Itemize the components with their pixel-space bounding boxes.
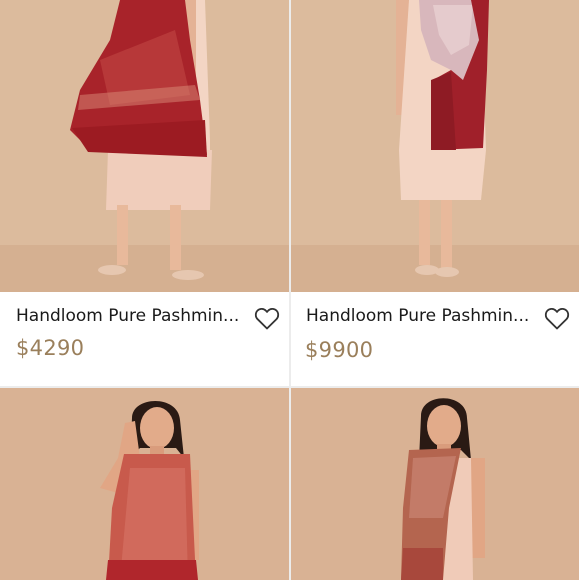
product-card-1[interactable]: Handloom Pure Pashmin... $4290 bbox=[0, 0, 289, 360]
product-image-4[interactable] bbox=[291, 388, 579, 580]
product-card-4[interactable] bbox=[291, 388, 579, 580]
product-image-2[interactable] bbox=[291, 0, 579, 292]
row-divider bbox=[0, 386, 579, 388]
product-card-2[interactable]: Handloom Pure Pashmin... $9900 bbox=[291, 0, 579, 362]
product-price: $9900 bbox=[305, 338, 374, 362]
product-price: $4290 bbox=[16, 336, 85, 360]
product-image-3[interactable] bbox=[0, 388, 289, 580]
wishlist-heart-icon[interactable] bbox=[254, 307, 280, 331]
product-card-3[interactable] bbox=[0, 388, 289, 580]
column-divider bbox=[289, 0, 291, 580]
product-title[interactable]: Handloom Pure Pashmin... bbox=[16, 306, 239, 326]
wishlist-heart-icon[interactable] bbox=[544, 307, 570, 331]
product-title[interactable]: Handloom Pure Pashmin... bbox=[306, 306, 529, 326]
product-grid: Handloom Pure Pashmin... $4290 Handloom … bbox=[0, 0, 579, 580]
product-image-1[interactable] bbox=[0, 0, 289, 292]
